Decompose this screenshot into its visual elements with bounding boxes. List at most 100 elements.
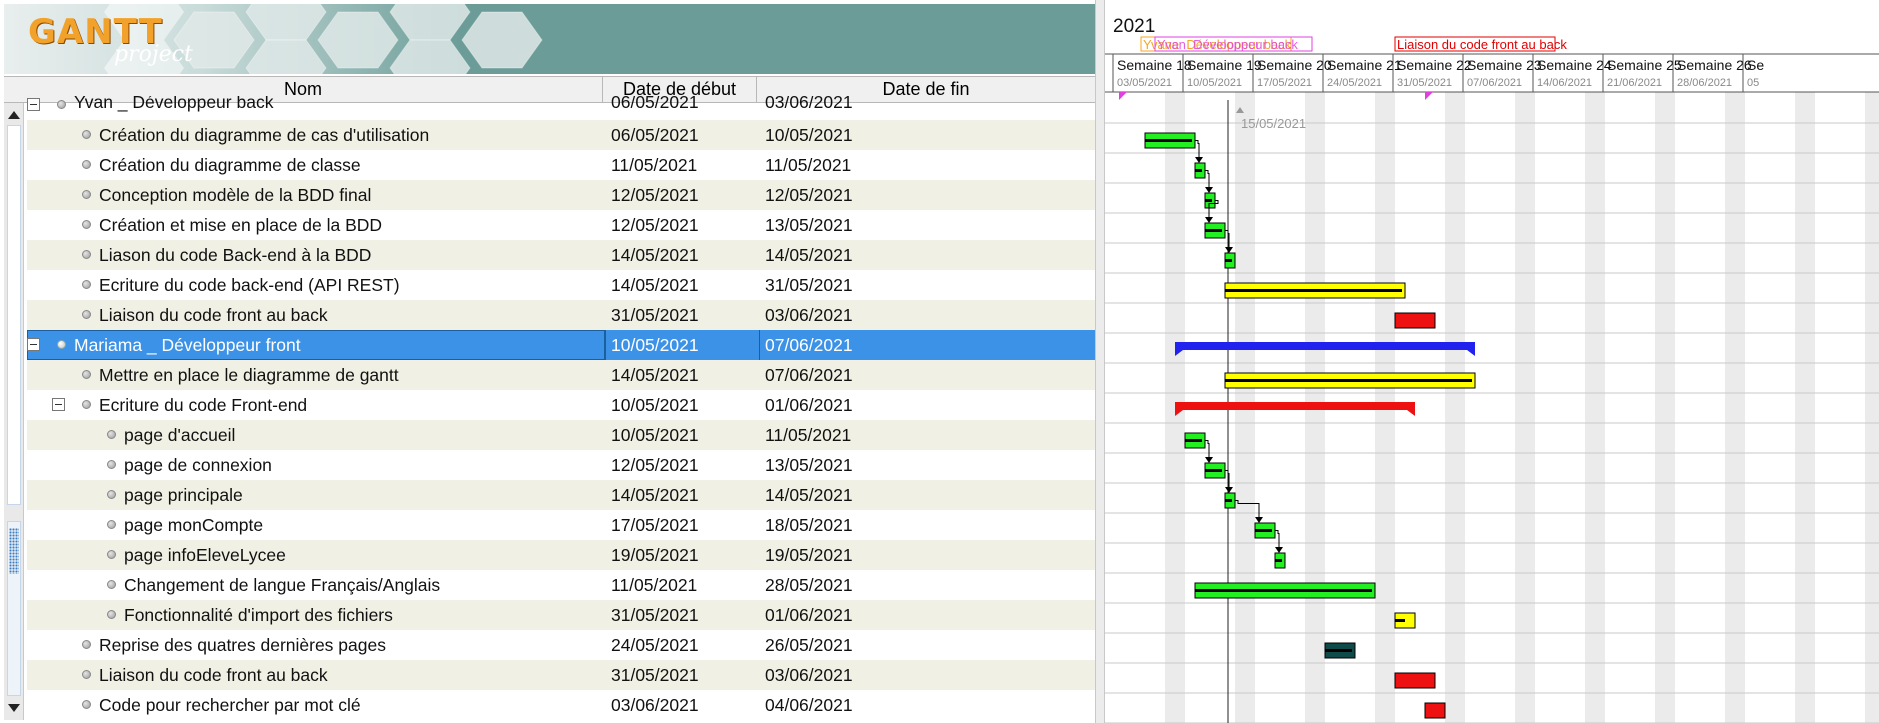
- summary-bar[interactable]: [1175, 342, 1475, 350]
- gantt-chart-canvas[interactable]: 2021Yvane_Développeur backYvan_Développe…: [1105, 0, 1879, 723]
- task-end-date[interactable]: 03/06/2021: [761, 96, 853, 120]
- task-start-date[interactable]: 31/05/2021: [607, 300, 699, 330]
- task-end-date[interactable]: 10/05/2021: [761, 120, 853, 150]
- task-name[interactable]: page de connexion: [124, 450, 272, 480]
- task-start-date[interactable]: 31/05/2021: [607, 660, 699, 690]
- task-row[interactable]: Code pour rechercher par mot clé 03/06/20…: [27, 690, 1095, 720]
- scrollbar-grip-icon[interactable]: [9, 528, 19, 574]
- task-name[interactable]: Liaison du code front au back: [99, 300, 328, 330]
- task-name[interactable]: Liaison du code front au back: [99, 660, 328, 690]
- task-row[interactable]: page infoEleveLycee 19/05/2021 19/05/2021: [27, 540, 1095, 570]
- task-start-date[interactable]: 31/05/2021: [607, 600, 699, 630]
- task-start-date[interactable]: 10/05/2021: [607, 390, 699, 420]
- task-end-date[interactable]: 01/06/2021: [761, 600, 853, 630]
- collapse-toggle-icon[interactable]: [27, 98, 40, 111]
- task-row[interactable]: page de connexion 12/05/2021 13/05/2021: [27, 450, 1095, 480]
- task-name[interactable]: Création du diagramme de classe: [99, 150, 361, 180]
- gantt-chart-pane[interactable]: 2021 Yvane_Développeur back Yvan_Développe…: [1105, 0, 1879, 723]
- task-name[interactable]: Ecriture du code Front-end: [99, 390, 307, 420]
- task-start-date[interactable]: 10/05/2021: [607, 420, 699, 450]
- task-end-date[interactable]: 07/06/2021: [761, 330, 853, 360]
- task-name[interactable]: Fonctionnalité d'import des fichiers: [124, 600, 393, 630]
- task-end-date[interactable]: 03/06/2021: [761, 300, 853, 330]
- task-end-date[interactable]: 11/05/2021: [761, 420, 851, 450]
- task-row[interactable]: Reprise des quatres dernières pages 24/05…: [27, 630, 1095, 660]
- task-end-date[interactable]: 01/06/2021: [761, 390, 853, 420]
- task-row[interactable]: Ecriture du code back-end (API REST) 14/0…: [27, 270, 1095, 300]
- task-row[interactable]: Création du diagramme de classe 11/05/202…: [27, 150, 1095, 180]
- collapse-toggle-icon[interactable]: [27, 338, 40, 351]
- task-end-date[interactable]: 03/06/2021: [761, 660, 853, 690]
- task-end-date[interactable]: 07/06/2021: [761, 360, 853, 390]
- task-end-date[interactable]: 19/05/2021: [761, 540, 853, 570]
- task-end-date[interactable]: 12/05/2021: [761, 180, 853, 210]
- scrollbar-track-upper[interactable]: [7, 125, 21, 505]
- task-name[interactable]: Mettre en place le diagramme de gantt: [99, 360, 399, 390]
- task-name[interactable]: Création du diagramme de cas d'utilisati…: [99, 120, 429, 150]
- task-bar[interactable]: [1424, 702, 1446, 719]
- task-start-date[interactable]: 14/05/2021: [607, 270, 699, 300]
- scroll-up-icon[interactable]: [8, 111, 20, 119]
- task-row[interactable]: Création du diagramme de cas d'utilisati…: [27, 120, 1095, 150]
- task-row[interactable]: Création et mise en place de la BDD 12/05…: [27, 210, 1095, 240]
- task-start-date[interactable]: 11/05/2021: [607, 570, 697, 600]
- task-row[interactable]: Liaison du code front au back 31/05/2021 0…: [27, 300, 1095, 330]
- scroll-down-icon[interactable]: [8, 704, 20, 712]
- task-start-date[interactable]: 14/05/2021: [607, 360, 699, 390]
- task-name[interactable]: page monCompte: [124, 510, 263, 540]
- task-end-date[interactable]: 31/05/2021: [761, 270, 853, 300]
- task-end-date[interactable]: 11/05/2021: [761, 150, 851, 180]
- task-row[interactable]: Liaison du code front au back 31/05/2021 0…: [27, 660, 1095, 690]
- task-name[interactable]: Création et mise en place de la BDD: [99, 210, 382, 240]
- collapse-toggle-icon[interactable]: [52, 398, 65, 411]
- task-name[interactable]: page principale: [124, 480, 243, 510]
- task-bar[interactable]: [1394, 312, 1436, 329]
- task-row[interactable]: Liason du code Back-end à la BDD 14/05/20…: [27, 240, 1095, 270]
- task-start-date[interactable]: 10/05/2021: [607, 330, 699, 360]
- task-name[interactable]: Yvan _ Développeur back: [74, 96, 273, 120]
- task-start-date[interactable]: 12/05/2021: [607, 210, 699, 240]
- task-start-date[interactable]: 06/05/2021: [607, 120, 699, 150]
- task-name[interactable]: page infoEleveLycee: [124, 540, 286, 570]
- task-end-date[interactable]: 04/06/2021: [761, 690, 853, 720]
- task-end-date[interactable]: 13/05/2021: [761, 210, 853, 240]
- task-start-date[interactable]: 24/05/2021: [607, 630, 699, 660]
- task-row[interactable]: Mariama _ Développeur front 10/05/2021 07/…: [27, 330, 1095, 360]
- task-name[interactable]: Liason du code Back-end à la BDD: [99, 240, 371, 270]
- vertical-scrollbar[interactable]: [4, 103, 24, 720]
- task-bar[interactable]: [1394, 672, 1436, 689]
- task-start-date[interactable]: 03/06/2021: [607, 690, 699, 720]
- task-name[interactable]: page d'accueil: [124, 420, 235, 450]
- task-start-date[interactable]: 12/05/2021: [607, 450, 699, 480]
- task-row[interactable]: Conception modèle de la BDD final 12/05/2…: [27, 180, 1095, 210]
- task-start-date[interactable]: 14/05/2021: [607, 240, 699, 270]
- task-start-date[interactable]: 19/05/2021: [607, 540, 699, 570]
- task-row[interactable]: Ecriture du code Front-end 10/05/2021 01/0…: [27, 390, 1095, 420]
- task-start-date[interactable]: 06/05/2021: [607, 96, 699, 120]
- task-row[interactable]: page d'accueil 10/05/2021 11/05/2021: [27, 420, 1095, 450]
- task-end-date[interactable]: 28/05/2021: [761, 570, 853, 600]
- task-end-date[interactable]: 14/05/2021: [761, 240, 853, 270]
- task-row[interactable]: page monCompte 17/05/2021 18/05/2021: [27, 510, 1095, 540]
- task-row[interactable]: Fonctionnalité d'import des fichiers 31/0…: [27, 600, 1095, 630]
- task-name[interactable]: Reprise des quatres dernières pages: [99, 630, 386, 660]
- task-name[interactable]: Conception modèle de la BDD final: [99, 180, 371, 210]
- task-row[interactable]: Changement de langue Français/Anglais 11/…: [27, 570, 1095, 600]
- task-name[interactable]: Code pour rechercher par mot clé: [99, 690, 361, 720]
- pane-splitter[interactable]: [1095, 0, 1105, 723]
- task-row[interactable]: Yvan _ Développeur back 06/05/2021 03/06/2…: [27, 96, 1095, 120]
- task-start-date[interactable]: 11/05/2021: [607, 150, 697, 180]
- task-end-date[interactable]: 26/05/2021: [761, 630, 853, 660]
- task-end-date[interactable]: 14/05/2021: [761, 480, 853, 510]
- task-row[interactable]: page principale 14/05/2021 14/05/2021: [27, 480, 1095, 510]
- task-start-date[interactable]: 14/05/2021: [607, 480, 699, 510]
- summary-bar[interactable]: [1175, 402, 1415, 410]
- task-name[interactable]: Changement de langue Français/Anglais: [124, 570, 440, 600]
- task-name[interactable]: Mariama _ Développeur front: [74, 330, 301, 360]
- task-end-date[interactable]: 18/05/2021: [761, 510, 853, 540]
- task-end-date[interactable]: 13/05/2021: [761, 450, 853, 480]
- task-start-date[interactable]: 12/05/2021: [607, 180, 699, 210]
- task-name[interactable]: Ecriture du code back-end (API REST): [99, 270, 400, 300]
- task-start-date[interactable]: 17/05/2021: [607, 510, 699, 540]
- task-row[interactable]: Mettre en place le diagramme de gantt 14/…: [27, 360, 1095, 390]
